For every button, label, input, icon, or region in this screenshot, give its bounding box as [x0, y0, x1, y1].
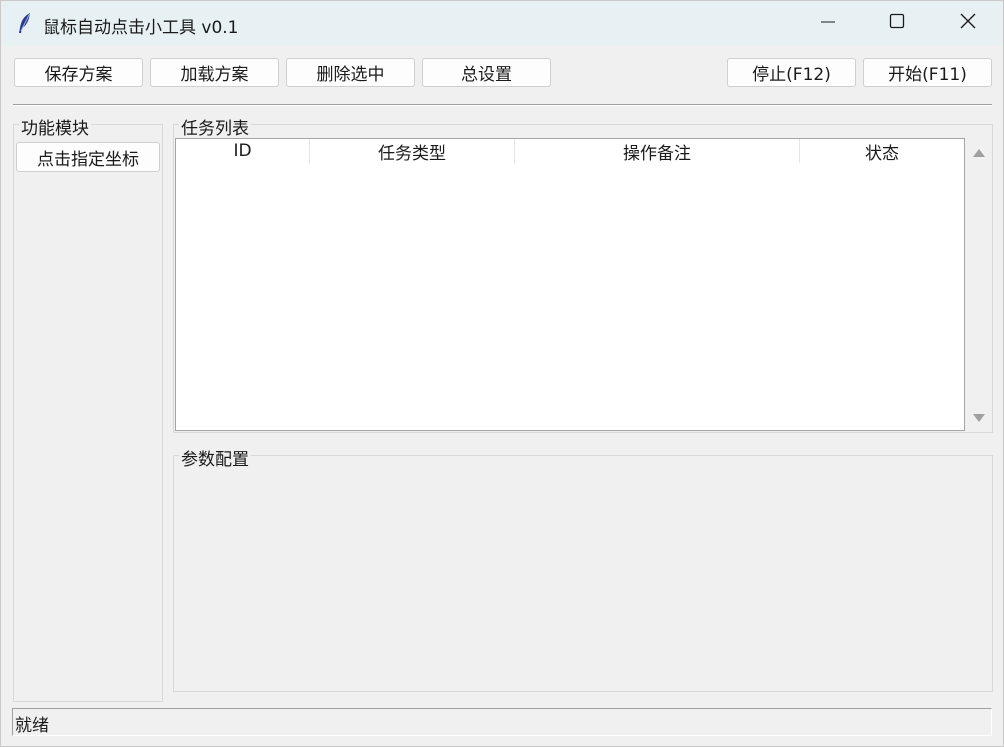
close-button[interactable]	[945, 1, 991, 45]
params-panel-title: 参数配置	[179, 445, 251, 470]
app-window: 鼠标自动点击小工具 v0.1 保存方案 加载方案 删除选中 总设置 停止(F12…	[0, 0, 1004, 747]
save-scheme-button[interactable]: 保存方案	[14, 58, 143, 87]
maximize-button[interactable]	[874, 1, 920, 45]
status-text: 就绪	[15, 716, 49, 736]
maximize-icon	[889, 13, 905, 33]
start-button[interactable]: 开始(F11)	[863, 58, 992, 87]
module-click-coordinate-button[interactable]: 点击指定坐标	[16, 142, 160, 172]
title-bar[interactable]: 鼠标自动点击小工具 v0.1	[1, 1, 1003, 45]
stop-button[interactable]: 停止(F12)	[727, 58, 856, 87]
minimize-icon	[821, 14, 835, 33]
task-list-header: ID 任务类型 操作备注 状态	[176, 139, 964, 164]
column-header-task-type[interactable]: 任务类型	[310, 139, 515, 164]
feather-icon	[15, 11, 35, 35]
task-list-title: 任务列表	[179, 114, 251, 139]
column-header-status[interactable]: 状态	[800, 139, 964, 164]
load-scheme-button[interactable]: 加载方案	[150, 58, 279, 87]
toolbar-separator	[13, 104, 992, 106]
column-header-remark[interactable]: 操作备注	[515, 139, 800, 164]
task-list-table[interactable]: ID 任务类型 操作备注 状态	[175, 138, 965, 431]
general-settings-button[interactable]: 总设置	[422, 58, 551, 87]
scroll-down-arrow-icon[interactable]	[972, 411, 986, 425]
delete-selected-button[interactable]: 删除选中	[286, 58, 415, 87]
minimize-button[interactable]	[805, 1, 851, 45]
params-panel	[173, 455, 993, 692]
task-list-scrollbar[interactable]	[965, 138, 992, 431]
column-header-id[interactable]: ID	[176, 139, 310, 163]
modules-panel	[13, 124, 163, 702]
close-icon	[960, 13, 976, 33]
scroll-up-arrow-icon[interactable]	[972, 146, 986, 160]
status-bar: 就绪	[12, 708, 992, 736]
window-title: 鼠标自动点击小工具 v0.1	[43, 18, 239, 38]
modules-panel-title: 功能模块	[19, 114, 91, 139]
